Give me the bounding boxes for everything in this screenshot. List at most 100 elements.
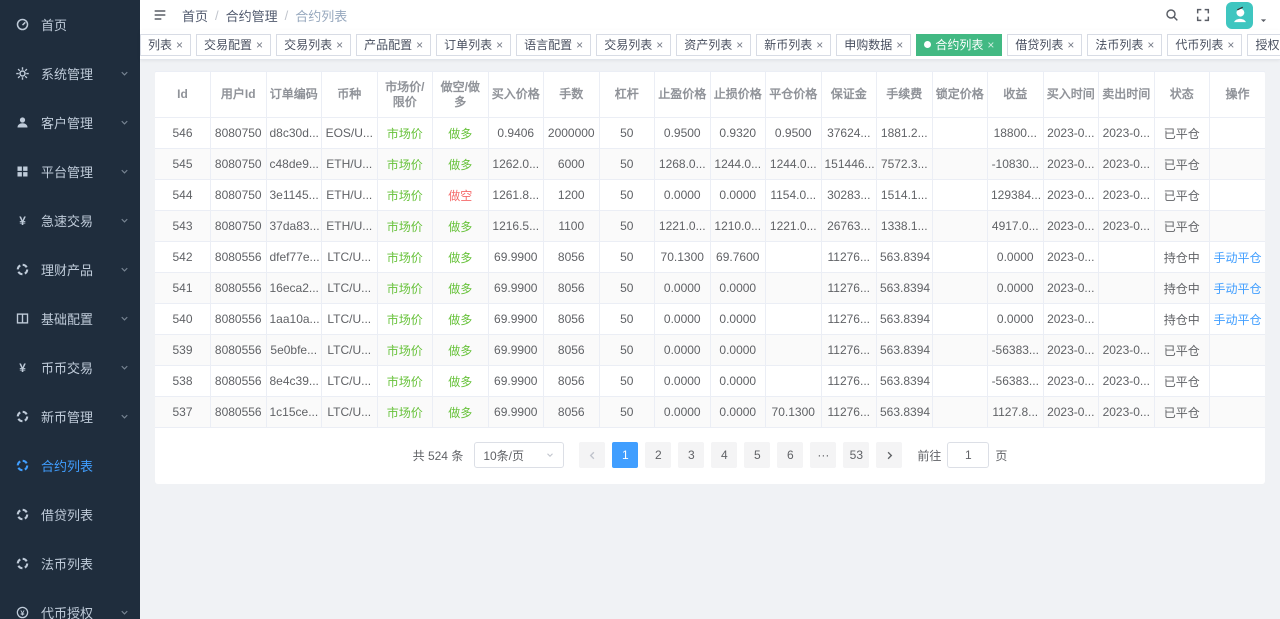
tab-close-icon[interactable]: × (987, 39, 994, 51)
sidebar-item-platform[interactable]: 平台管理 (0, 147, 140, 196)
page-button[interactable]: 3 (678, 442, 704, 468)
table-cell: 50 (599, 180, 655, 211)
sidebar-item-fast-trade[interactable]: 急速交易 (0, 196, 140, 245)
table-cell: 2023-0... (1043, 242, 1099, 273)
page-size-select[interactable]: 10条/页 (474, 442, 564, 468)
tab-item[interactable]: 新币列表 × (756, 34, 831, 56)
page-button[interactable]: 4 (711, 442, 737, 468)
page-jump: 前往 页 (917, 442, 1007, 468)
sidebar-item-system[interactable]: 系统管理 (0, 49, 140, 98)
sidebar-item-fiat[interactable]: 法币列表 (0, 539, 140, 588)
sidebar-item-token-auth[interactable]: 代币授权 (0, 588, 140, 619)
table-cell: 11276... (821, 242, 877, 273)
page-button[interactable]: 6 (777, 442, 803, 468)
tab-item[interactable]: 产品配置 × (356, 34, 431, 56)
tab-item[interactable]: 交易配置 × (196, 34, 271, 56)
yen-icon (15, 213, 30, 228)
tab-close-icon[interactable]: × (496, 39, 503, 51)
next-page-button[interactable] (876, 442, 902, 468)
breadcrumb-item[interactable]: 首页 (182, 6, 208, 25)
tab-item[interactable]: 交易列表 × (276, 34, 351, 56)
tab-close-icon[interactable]: × (416, 39, 423, 51)
tab-item[interactable]: 列表 × (140, 34, 191, 56)
table-cell: 8056 (544, 242, 600, 273)
manual-close-link[interactable]: 手动平仓 (1210, 304, 1266, 335)
tab-item[interactable]: 代币列表 × (1167, 34, 1242, 56)
tab-item[interactable]: 资产列表 × (676, 34, 751, 56)
column-header: Id (155, 72, 211, 118)
sidebar-item-coin-trade[interactable]: 币币交易 (0, 343, 140, 392)
sidebar-item-contracts[interactable]: 合约列表 (0, 441, 140, 490)
tab-close-icon[interactable]: × (1147, 39, 1154, 51)
table-cell: 市场价 (377, 118, 433, 149)
tab-close-icon[interactable]: × (896, 39, 903, 51)
column-header: 用户Id (211, 72, 267, 118)
table-cell (1099, 304, 1155, 335)
table-cell (766, 366, 822, 397)
tab-close-icon[interactable]: × (1067, 39, 1074, 51)
table-cell: 26763... (821, 211, 877, 242)
tab-item[interactable]: 语言配置 × (516, 34, 591, 56)
tab-item[interactable]: 交易列表 × (596, 34, 671, 56)
manual-close-link[interactable]: 手动平仓 (1210, 273, 1266, 304)
manual-close-link[interactable]: 手动平仓 (1210, 242, 1266, 273)
table-cell (1210, 211, 1266, 242)
column-header: 状态 (1154, 72, 1210, 118)
sidebar-item-wealth[interactable]: 理财产品 (0, 245, 140, 294)
table-cell: 37624... (821, 118, 877, 149)
tab-item[interactable]: 合约列表 × (916, 34, 1002, 56)
column-header: 杠杆 (599, 72, 655, 118)
breadcrumb-item[interactable]: 合约管理 (226, 6, 278, 25)
tab-close-icon[interactable]: × (1227, 39, 1234, 51)
table-cell: 1210.0... (710, 211, 766, 242)
table-cell: ETH/U... (322, 211, 378, 242)
table-cell: 持仓中 (1154, 242, 1210, 273)
page-button[interactable]: 53 (843, 442, 869, 468)
sidebar-item-basic-config[interactable]: 基础配置 (0, 294, 140, 343)
tab-close-icon[interactable]: × (816, 39, 823, 51)
tab-close-icon[interactable]: × (736, 39, 743, 51)
column-header: 订单编码 (266, 72, 322, 118)
page-button[interactable]: 1 (612, 442, 638, 468)
caret-down-icon[interactable] (1259, 16, 1268, 25)
tab-close-icon[interactable]: × (576, 39, 583, 51)
tab-item[interactable]: 借贷列表 × (1007, 34, 1082, 56)
tab-label: 列表 (148, 36, 172, 53)
sidebar-item-label: 首页 (41, 15, 130, 34)
table-cell: 持仓中 (1154, 273, 1210, 304)
table-cell: -10830... (988, 149, 1044, 180)
sidebar-item-home[interactable]: 首页 (0, 0, 140, 49)
table-cell: 持仓中 (1154, 304, 1210, 335)
table-cell: 540 (155, 304, 211, 335)
tabs-bar: 列表 × 交易配置 × 交易列表 × 产品配置 × 订单列表 × 语言配置 (140, 30, 1280, 60)
circle-notch-icon (15, 507, 30, 522)
tab-close-icon[interactable]: × (656, 39, 663, 51)
tab-item[interactable]: 授权地址 × (1247, 34, 1280, 56)
table-cell: 129384... (988, 180, 1044, 211)
hamburger-icon[interactable] (152, 7, 168, 23)
sidebar-item-lending[interactable]: 借贷列表 (0, 490, 140, 539)
prev-page-button[interactable] (579, 442, 605, 468)
table-row: 5468080750d8c30d...EOS/U...市场价做多0.940620… (155, 118, 1265, 149)
table-cell: 8080750 (211, 180, 267, 211)
table-cell (932, 397, 988, 428)
avatar[interactable] (1226, 2, 1253, 29)
page-button[interactable]: 5 (744, 442, 770, 468)
tab-item[interactable]: 订单列表 × (436, 34, 511, 56)
jump-page-input[interactable] (947, 442, 989, 468)
search-icon[interactable] (1164, 7, 1180, 23)
chevron-down-icon (119, 264, 130, 275)
fullscreen-icon[interactable] (1195, 7, 1211, 23)
sidebar-item-customers[interactable]: 客户管理 (0, 98, 140, 147)
sidebar-item-newcoin[interactable]: 新币管理 (0, 392, 140, 441)
tab-close-icon[interactable]: × (336, 39, 343, 51)
tab-item[interactable]: 法币列表 × (1087, 34, 1162, 56)
page-button[interactable]: 2 (645, 442, 671, 468)
tab-item[interactable]: 申购数据 × (836, 34, 911, 56)
page-ellipsis[interactable]: ··· (810, 442, 836, 468)
table-cell: 8080556 (211, 397, 267, 428)
circle-notch-icon (15, 458, 30, 473)
table-cell: 2023-0... (1043, 366, 1099, 397)
tab-close-icon[interactable]: × (256, 39, 263, 51)
tab-close-icon[interactable]: × (176, 39, 183, 51)
